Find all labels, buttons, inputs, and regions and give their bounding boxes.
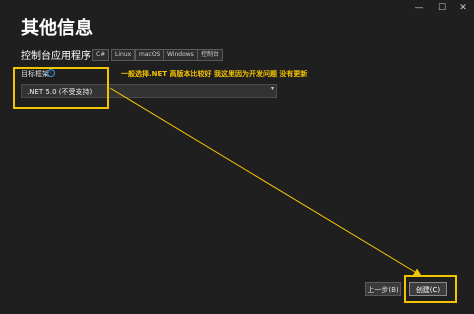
highlight-box-create <box>404 275 457 303</box>
arrow-line <box>109 87 422 277</box>
back-button[interactable]: 上一步(B) <box>365 282 401 296</box>
annotation-arrow <box>109 87 422 277</box>
